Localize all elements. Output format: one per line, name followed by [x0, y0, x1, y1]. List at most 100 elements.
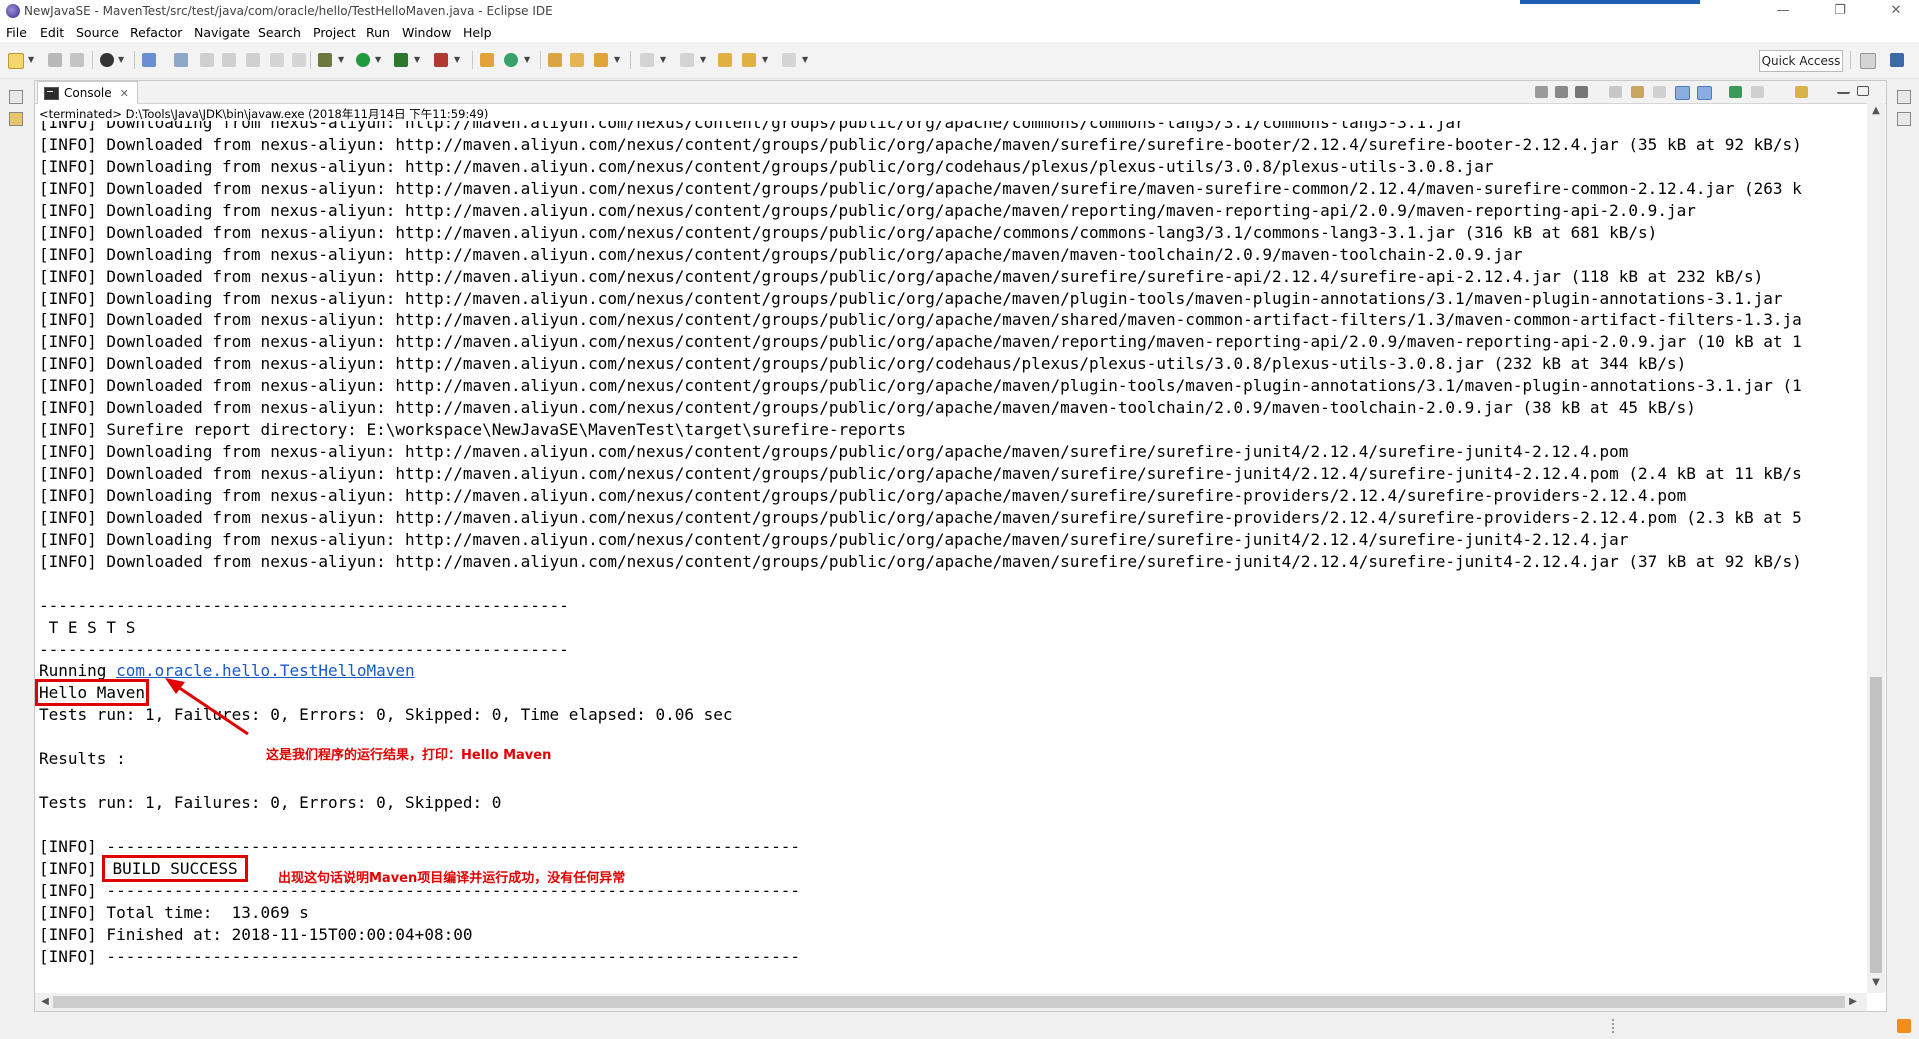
scroll-lock-icon[interactable] [1631, 86, 1644, 98]
debug-skip-icon[interactable] [100, 53, 114, 67]
java-perspective-icon[interactable] [1890, 53, 1904, 67]
show-on-stderr-icon[interactable] [1697, 86, 1712, 100]
back-icon[interactable] [742, 53, 756, 67]
coverage-icon[interactable] [394, 53, 408, 67]
debug-icon[interactable] [318, 53, 332, 67]
maximize-icon[interactable] [1857, 86, 1869, 96]
new-icon[interactable] [8, 53, 24, 69]
chevron-down-icon[interactable]: ▼ [454, 55, 460, 64]
quick-access-input[interactable]: Quick Access [1759, 50, 1843, 72]
close-icon[interactable]: ✕ [120, 87, 129, 100]
chevron-down-icon[interactable]: ▼ [762, 55, 768, 64]
display-console-icon[interactable] [1751, 86, 1764, 98]
previous-annotation-icon[interactable] [680, 53, 694, 67]
package-explorer-icon[interactable] [9, 112, 23, 126]
new-java-project-icon[interactable] [480, 53, 494, 67]
chevron-down-icon[interactable]: ▼ [700, 55, 706, 64]
build-prefix: [INFO] [39, 858, 107, 878]
log-line: [INFO] Downloaded from nexus-aliyun: htt… [39, 507, 1802, 527]
menu-navigate[interactable]: Navigate [194, 25, 250, 40]
horizontal-scroll-thumb[interactable] [53, 996, 1845, 1008]
chevron-down-icon[interactable]: ▼ [28, 55, 34, 64]
new-class-icon[interactable] [504, 53, 518, 67]
remove-all-icon[interactable] [1575, 86, 1588, 98]
open-perspective-icon[interactable] [1860, 53, 1876, 69]
toolbar-separator [1850, 51, 1851, 69]
chevron-down-icon[interactable]: ▼ [118, 55, 124, 64]
log-line: [INFO] Downloading from nexus-aliyun: ht… [39, 200, 1696, 220]
step-icon[interactable] [246, 53, 260, 67]
scroll-left-icon[interactable]: ◀ [37, 993, 53, 1011]
status-bar [0, 1012, 1919, 1039]
log-line: [INFO] Downloading from nexus-aliyun: ht… [39, 485, 1687, 505]
disconnect-icon[interactable] [222, 53, 236, 67]
skip-all-breakpoints-icon[interactable] [174, 53, 188, 67]
log-line: [INFO] Surefire report directory: E:\wor… [39, 420, 906, 440]
rss-icon[interactable] [1897, 1019, 1911, 1033]
minimize-button[interactable]: — [1760, 0, 1806, 22]
build-icon[interactable] [270, 53, 284, 67]
menu-project[interactable]: Project [313, 25, 356, 40]
open-type-icon[interactable] [548, 53, 562, 67]
save-icon[interactable] [48, 53, 62, 67]
open-task-icon[interactable] [570, 53, 584, 67]
scroll-up-icon[interactable]: ▲ [1867, 103, 1885, 119]
horizontal-scrollbar[interactable]: ◀ ▶ [35, 993, 1867, 1011]
menu-edit[interactable]: Edit [40, 25, 64, 40]
menu-window[interactable]: Window [402, 25, 451, 40]
search-icon[interactable] [594, 53, 608, 67]
menu-search[interactable]: Search [258, 25, 301, 40]
minimize-icon[interactable] [1837, 86, 1850, 94]
open-console-icon[interactable] [1795, 86, 1808, 98]
pin-console-icon[interactable] [1729, 86, 1742, 98]
console-output[interactable]: [INFO] Downloading from nexus-aliyun: ht… [35, 121, 1867, 993]
chevron-down-icon[interactable]: ▼ [802, 55, 808, 64]
word-wrap-icon[interactable] [1653, 86, 1666, 98]
vertical-scrollbar[interactable]: ▲ ▼ [1867, 103, 1885, 993]
maximize-button[interactable]: ❐ [1817, 0, 1863, 22]
close-button[interactable]: ✕ [1873, 0, 1919, 22]
last-edit-icon[interactable] [718, 53, 732, 67]
restore-icon[interactable] [9, 90, 23, 104]
log-line: [INFO] Downloading from nexus-aliyun: ht… [39, 529, 1629, 549]
chevron-down-icon[interactable]: ▼ [614, 55, 620, 64]
menu-file[interactable]: File [6, 25, 27, 40]
terminate-icon[interactable] [1535, 86, 1548, 98]
running-prefix: Running [39, 661, 117, 681]
toolbar-separator [472, 51, 473, 69]
next-annotation-icon[interactable] [640, 53, 654, 67]
save-all-icon[interactable] [70, 53, 84, 67]
eclipse-logo-icon [6, 4, 20, 18]
scroll-right-icon[interactable]: ▶ [1845, 993, 1861, 1011]
run-icon[interactable] [356, 53, 370, 67]
menu-source[interactable]: Source [76, 25, 119, 40]
menu-help[interactable]: Help [463, 25, 492, 40]
terminate-icon[interactable] [200, 53, 214, 67]
chevron-down-icon[interactable]: ▼ [414, 55, 420, 64]
log-line: [INFO] Downloaded from nexus-aliyun: htt… [39, 266, 1764, 286]
log-line: Tests run: 1, Failures: 0, Errors: 0, Sk… [39, 793, 502, 813]
log-line: [INFO] Downloaded from nexus-aliyun: htt… [39, 332, 1802, 352]
chevron-down-icon[interactable]: ▼ [338, 55, 344, 64]
forward-icon[interactable] [782, 53, 796, 67]
outline-icon[interactable] [1897, 112, 1911, 126]
restore-icon[interactable] [1897, 90, 1911, 104]
vertical-scroll-thumb[interactable] [1870, 677, 1882, 973]
scroll-down-icon[interactable]: ▼ [1867, 975, 1885, 991]
external-tools-icon[interactable] [434, 53, 448, 67]
log-line: [INFO] ---------------------------------… [39, 946, 800, 966]
window-title: NewJavaSE - MavenTest/src/test/java/com/… [24, 4, 553, 18]
menu-run[interactable]: Run [366, 25, 390, 40]
tab-console[interactable]: Console ✕ [37, 81, 138, 104]
show-on-stdout-icon[interactable] [1675, 86, 1690, 100]
toggle-breakpoint-icon[interactable] [142, 53, 156, 67]
hello-annotation: 这是我们程序的运行结果，打印：Hello Maven [266, 748, 552, 763]
chevron-down-icon[interactable]: ▼ [524, 55, 530, 64]
remove-launch-icon[interactable] [1555, 86, 1568, 98]
print-icon[interactable] [292, 53, 306, 67]
test-class-link[interactable]: com.oracle.hello.TestHelloMaven [116, 661, 415, 680]
menu-refactor[interactable]: Refactor [130, 25, 182, 40]
clear-console-icon[interactable] [1609, 86, 1622, 98]
chevron-down-icon[interactable]: ▼ [660, 55, 666, 64]
chevron-down-icon[interactable]: ▼ [375, 55, 381, 64]
